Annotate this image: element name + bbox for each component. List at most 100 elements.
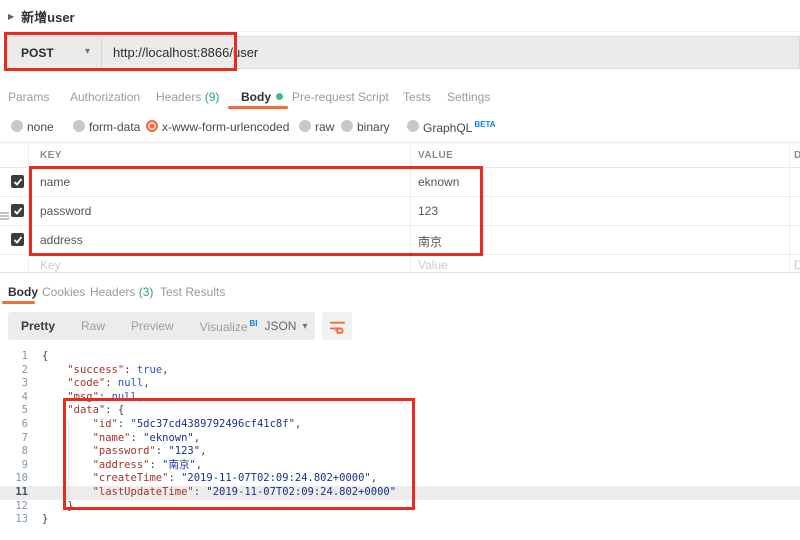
line-number: 1 — [21, 350, 28, 362]
code-line: 2 "success": true, — [0, 364, 800, 378]
code-text: } — [42, 513, 49, 526]
value-cell[interactable]: eknown — [418, 175, 459, 189]
value-column-header: VALUE — [418, 150, 454, 161]
wrap-text-button[interactable] — [322, 312, 352, 340]
row-checkbox[interactable] — [11, 204, 24, 217]
response-tab-test-results[interactable]: Test Results — [160, 285, 225, 299]
tab-count: (3) — [135, 285, 154, 299]
body-mode-radio-graphql[interactable] — [407, 120, 419, 132]
code-text: "name": "eknown", — [92, 431, 201, 444]
request-title-row[interactable]: ▶ 新增user — [8, 7, 75, 26]
request-tab-authorization[interactable]: Authorization — [70, 90, 140, 104]
view-mode-group: PrettyRawPreviewVisualizeBETA — [8, 312, 284, 340]
view-mode-pretty[interactable]: Pretty — [8, 319, 68, 333]
body-mode-label-binary[interactable]: binary — [357, 120, 390, 134]
body-mode-label-form-data[interactable]: form-data — [89, 120, 140, 134]
code-text: "lastUpdateTime": "2019-11-07T02:09:24.8… — [92, 485, 397, 498]
tab-count: (9) — [201, 90, 220, 104]
wrap-text-icon — [329, 318, 346, 335]
method-divider — [101, 38, 102, 67]
request-tab-body[interactable]: Body — [241, 90, 283, 104]
language-label: JSON — [264, 319, 297, 333]
line-number: 11 — [15, 485, 28, 498]
body-mode-radio-form-data[interactable] — [73, 120, 85, 132]
code-line: 1{ — [0, 350, 800, 364]
code-line: 11 "lastUpdateTime": "2019-11-07T02:09:2… — [0, 485, 800, 500]
body-mode-radio-binary[interactable] — [341, 120, 353, 132]
code-line: 5 "data": { — [0, 404, 800, 418]
request-title: 新增user — [21, 10, 75, 25]
row-checkbox[interactable] — [11, 233, 24, 246]
code-line: 10 "createTime": "2019-11-07T02:09:24.80… — [0, 472, 800, 486]
code-text: "createTime": "2019-11-07T02:09:24.802+0… — [92, 472, 378, 485]
request-tabs: Params Authorization Headers (9) Body Pre-re… — [0, 84, 800, 110]
kv-row: address 南京 — [0, 225, 800, 255]
language-select[interactable]: JSON ▾ — [257, 312, 315, 340]
body-mode-radio-none[interactable] — [11, 120, 23, 132]
indent-guide — [68, 418, 69, 500]
body-mode-label-none[interactable]: none — [27, 120, 54, 134]
view-mode-raw[interactable]: Raw — [68, 319, 118, 333]
response-tab-headers[interactable]: Headers (3) — [90, 285, 153, 299]
value-cell[interactable]: 123 — [418, 204, 438, 218]
request-tab-tests[interactable]: Tests — [403, 90, 431, 104]
body-mode-label-x-www-form-urlencoded[interactable]: x-www-form-urlencoded — [162, 120, 289, 134]
request-tab-params[interactable]: Params — [8, 90, 49, 104]
title-divider — [0, 31, 800, 32]
code-text: "msg": null, — [67, 390, 144, 403]
line-number: 5 — [21, 404, 28, 417]
value-placeholder[interactable]: Value — [418, 258, 448, 272]
response-tabs: Body Cookies Headers (3) Test Results — [0, 283, 800, 305]
body-mode-label-raw[interactable]: raw — [315, 120, 334, 134]
line-number: 7 — [21, 431, 28, 444]
response-tab-cookies[interactable]: Cookies — [42, 285, 85, 299]
key-column-header: KEY — [40, 150, 62, 161]
beta-badge: BETA — [474, 120, 496, 129]
method-select[interactable]: POST — [21, 46, 54, 60]
line-number: 6 — [21, 417, 28, 430]
response-active-tab-underline — [2, 301, 35, 304]
collapse-arrow-icon[interactable]: ▶ — [8, 12, 14, 21]
line-number: 12 — [15, 499, 28, 512]
body-mode-row: none form-data x-www-form-urlencoded raw bin… — [0, 117, 800, 139]
request-tab-headers[interactable]: Headers (9) — [156, 90, 219, 104]
value-cell[interactable]: 南京 — [418, 233, 442, 250]
line-number: 10 — [15, 472, 28, 485]
description-column-header: D — [794, 150, 800, 161]
drag-handle-icon[interactable] — [0, 207, 9, 225]
kv-row: password 123 — [0, 196, 800, 226]
code-text: "id": "5dc37cd4389792496cf41c8f", — [92, 417, 302, 430]
request-tab-pre-request-script[interactable]: Pre-request Script — [292, 90, 389, 104]
request-tab-settings[interactable]: Settings — [447, 90, 490, 104]
line-number: 3 — [21, 377, 28, 390]
code-line: 7 "name": "eknown", — [0, 432, 800, 446]
key-cell[interactable]: address — [40, 233, 83, 247]
response-toolbar: PrettyRawPreviewVisualizeBETA JSON ▾ — [0, 312, 800, 340]
code-line: 4 "msg": null, — [0, 391, 800, 405]
url-input[interactable]: http://localhost:8866/user — [113, 45, 258, 60]
line-number: 8 — [21, 445, 28, 458]
code-text: { — [42, 350, 49, 362]
language-caret-icon: ▾ — [302, 320, 308, 332]
key-cell[interactable]: password — [40, 204, 91, 218]
line-number: 9 — [21, 458, 28, 471]
body-mode-radio-x-www-form-urlencoded[interactable] — [146, 120, 158, 132]
code-text: "address": "南京", — [92, 458, 203, 471]
description-placeholder[interactable]: D — [794, 258, 800, 272]
body-mode-radio-raw[interactable] — [299, 120, 311, 132]
response-tab-body[interactable]: Body — [8, 285, 38, 299]
row-checkbox[interactable] — [11, 175, 24, 188]
line-number: 13 — [15, 513, 28, 526]
response-body-viewer[interactable]: 1{2 "success": true, 3 "code": null, 4 "ms… — [0, 346, 800, 540]
line-number: 2 — [21, 363, 28, 376]
code-line: 13} — [0, 513, 800, 527]
key-placeholder[interactable]: Key — [40, 258, 61, 272]
body-mode-label-graphql[interactable]: GraphQL BETA — [423, 120, 496, 135]
key-cell[interactable]: name — [40, 175, 70, 189]
code-text: "success": true, — [67, 363, 169, 376]
code-text: "password": "123", — [92, 445, 207, 458]
method-caret-icon[interactable]: ▾ — [85, 46, 90, 57]
code-text: "data": { — [67, 404, 125, 417]
view-mode-preview[interactable]: Preview — [118, 319, 187, 333]
active-tab-underline — [228, 106, 288, 109]
